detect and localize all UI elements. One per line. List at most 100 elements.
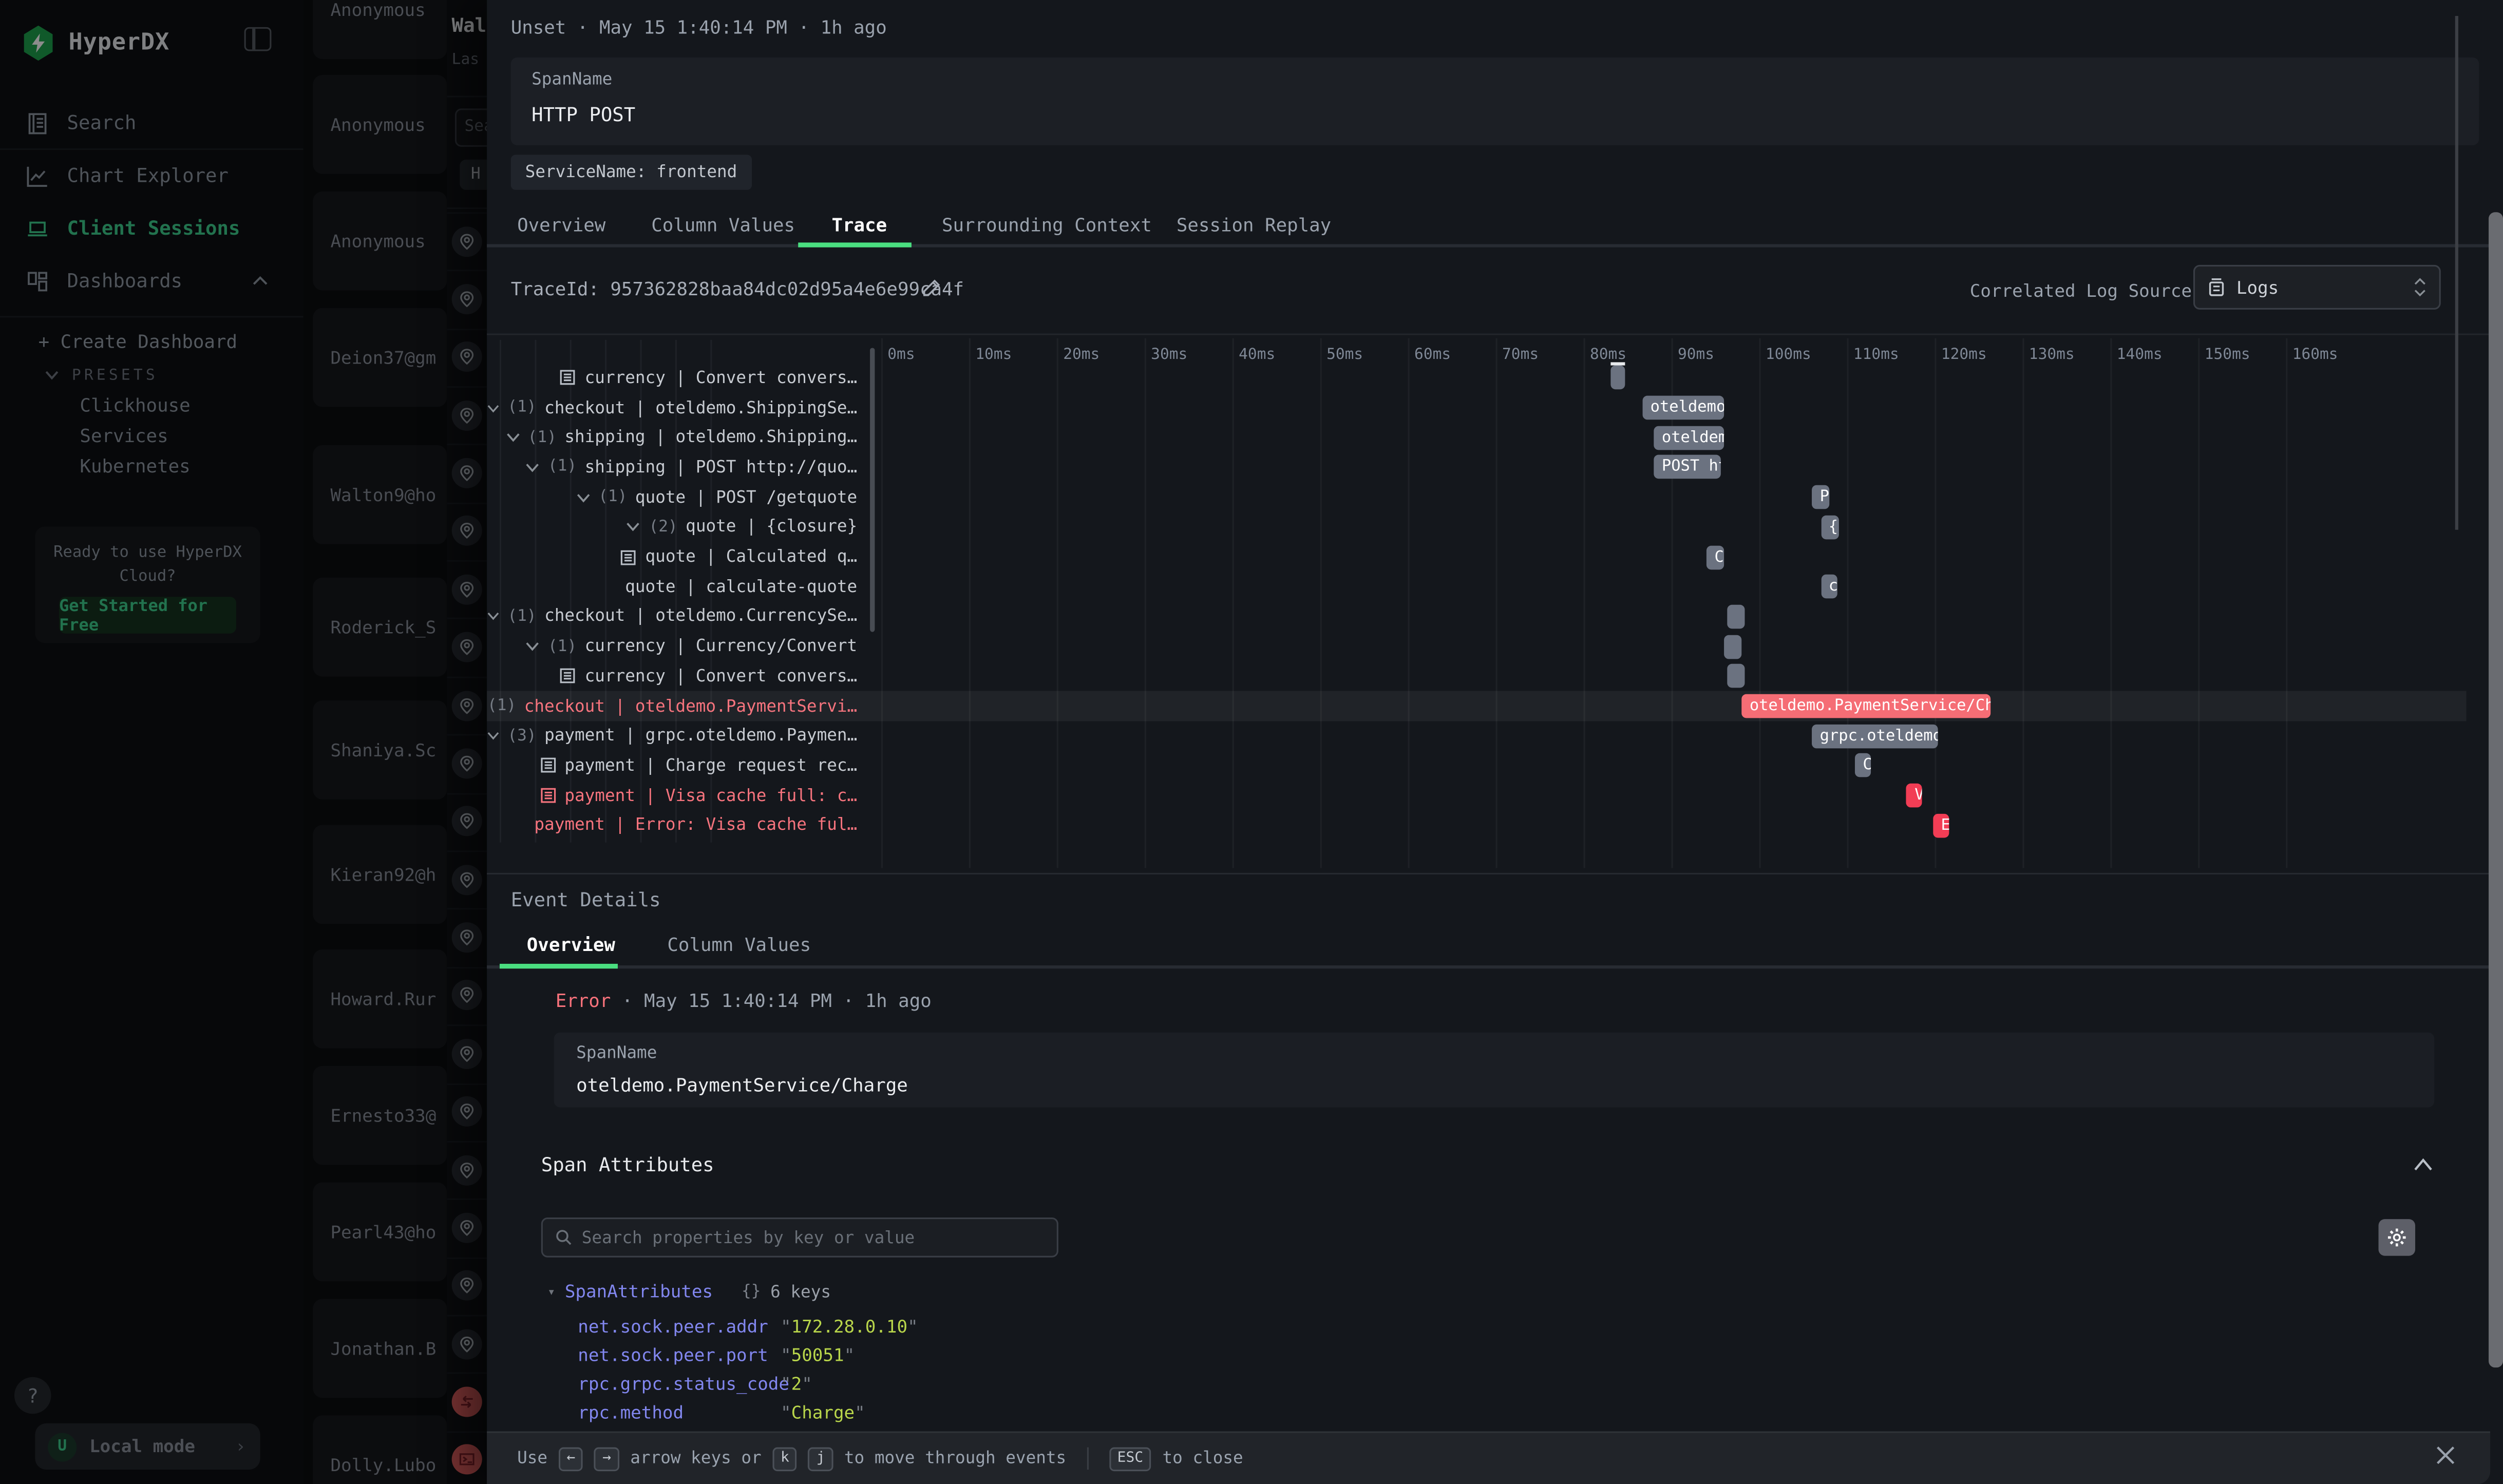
chevron-down-icon[interactable] — [525, 463, 540, 472]
ruler-tick-label: 150ms — [2205, 346, 2250, 364]
span-attributes-title: Span Attributes — [541, 1154, 714, 1176]
ruler-gridline — [1232, 338, 1234, 868]
span-duration-bar[interactable]: c — [1821, 575, 1837, 599]
tab-overview[interactable]: Overview — [517, 214, 605, 236]
span-duration-bar[interactable]: oteldemo.PaymentService/Char — [1741, 694, 1990, 718]
tab-surrounding-context[interactable]: Surrounding Context — [942, 214, 1152, 236]
span-row-label: shipping | oteldemo.Shipping… — [564, 428, 857, 447]
span-duration-bar[interactable]: C — [1855, 754, 1871, 778]
span-row-label: payment | Error: Visa cache ful… — [534, 816, 857, 835]
ruler-gridline — [1408, 338, 1410, 868]
edit-pencil-icon[interactable] — [921, 278, 942, 298]
kbd-j: j — [808, 1447, 833, 1471]
attributes-search-input[interactable] — [582, 1228, 1044, 1247]
ruler-tick-label: 50ms — [1326, 346, 1363, 364]
span-duration-bar[interactable]: { — [1821, 515, 1838, 539]
trace-tree-row[interactable]: (1)checkout | oteldemo.PaymentServi… — [487, 691, 865, 721]
span-duration-bar[interactable]: oteldem — [1654, 426, 1724, 450]
chevron-down-icon[interactable] — [627, 522, 641, 532]
window-scrollbar-thumb[interactable] — [2489, 212, 2503, 1367]
span-row-label: currency | Currency/Convert — [585, 637, 858, 656]
attribute-row[interactable]: net.sock.peer.addr172.28.0.10 — [578, 1317, 918, 1337]
current-event-tick — [1610, 362, 1625, 365]
trace-tree-row[interactable]: (1)checkout | oteldemo.CurrencySe… — [487, 602, 865, 632]
chart-scrollbar[interactable] — [2455, 16, 2458, 530]
span-duration-bar[interactable]: C — [1706, 545, 1724, 569]
attribute-row[interactable]: net.sock.peer.port50051 — [578, 1345, 855, 1366]
span-duration-bar[interactable] — [1728, 664, 1745, 689]
chevron-down-icon[interactable] — [505, 433, 520, 443]
attribute-key[interactable]: rpc.method — [578, 1403, 781, 1423]
trace-tree-row[interactable]: quote | calculate-quote — [487, 572, 865, 602]
span-duration-bar[interactable]: V — [1907, 784, 1923, 808]
chevron-down-icon[interactable] — [487, 731, 500, 741]
tree-scrollbar-thumb[interactable] — [870, 348, 875, 632]
trace-tree-row[interactable]: (3)payment | grpc.oteldemo.Paymen… — [487, 721, 865, 751]
trace-tree-row[interactable]: quote | Calculated q… — [487, 542, 865, 572]
close-icon[interactable] — [2434, 1444, 2457, 1467]
trace-tree-row[interactable]: (1)quote | POST /getquote — [487, 482, 865, 512]
span-duration-bar[interactable] — [1610, 366, 1625, 390]
attribute-value[interactable]: 50051 — [781, 1345, 855, 1366]
chevron-down-icon[interactable] — [576, 492, 591, 502]
trace-tree-row[interactable]: (1)checkout | oteldemo.ShippingSe… — [487, 393, 865, 423]
attribute-value[interactable]: Charge — [781, 1403, 865, 1423]
chevron-down-icon[interactable] — [525, 642, 540, 652]
chevron-down-icon[interactable] — [487, 612, 500, 622]
tree-expand-icon: ▾ — [547, 1285, 555, 1299]
span-duration-bar[interactable]: E — [1933, 813, 1949, 838]
trace-tree-row[interactable]: payment | Visa cache full: c… — [487, 781, 865, 811]
trace-tree-row[interactable]: currency | Convert convers… — [487, 661, 865, 691]
attribute-row[interactable]: rpc.grpc.status_code2 — [578, 1374, 812, 1395]
trace-tree-row[interactable]: payment | Error: Visa cache ful… — [487, 811, 865, 841]
attribute-key[interactable]: rpc.grpc.status_code — [578, 1374, 781, 1395]
attribute-row[interactable]: rpc.methodCharge — [578, 1403, 865, 1423]
attribute-value[interactable]: 172.28.0.10 — [781, 1317, 918, 1337]
span-name-card: SpanName HTTP POST — [511, 58, 2479, 145]
ruler-gridline — [1320, 338, 1322, 868]
attribute-key[interactable]: net.sock.peer.addr — [578, 1317, 781, 1337]
ruler-tick-label: 100ms — [1766, 346, 1811, 364]
span-duration-bar[interactable]: POST ht — [1654, 455, 1720, 480]
ruler-tick-label: 130ms — [2029, 346, 2075, 364]
log-event-icon — [620, 548, 637, 566]
modal-backdrop[interactable] — [0, 0, 487, 1484]
attributes-search-box — [541, 1217, 1058, 1258]
span-duration-bar[interactable] — [1728, 604, 1745, 629]
attribute-key[interactable]: net.sock.peer.port — [578, 1345, 781, 1366]
trace-tree-row[interactable]: (1)shipping | oteldemo.Shipping… — [487, 423, 865, 452]
kbd-arrow-left: ← — [559, 1447, 583, 1471]
event-details-title: Event Details — [511, 889, 661, 911]
tab-trace[interactable]: Trace — [831, 214, 887, 236]
event-details-tab-overview[interactable]: Overview — [527, 934, 615, 956]
attributes-root-node[interactable]: ▾ SpanAttributes {} 6 keys — [547, 1281, 831, 1302]
chevron-down-icon[interactable] — [487, 403, 500, 413]
span-duration-bar[interactable]: oteldemo. — [1642, 396, 1724, 420]
trace-tree-row[interactable]: payment | Charge request rec… — [487, 751, 865, 781]
child-count: (1) — [507, 608, 536, 625]
log-source-select[interactable]: Logs — [2193, 265, 2441, 310]
collapse-chevron-up-icon[interactable] — [2412, 1157, 2435, 1173]
span-duration-bar[interactable] — [1724, 635, 1741, 659]
child-count: (1) — [598, 488, 627, 506]
span-row-label: quote | Calculated q… — [646, 547, 858, 566]
tab-session-replay[interactable]: Session Replay — [1177, 214, 1331, 236]
kbd-esc: ESC — [1109, 1447, 1151, 1471]
span-duration-bar[interactable]: P — [1812, 485, 1829, 509]
event-details-tab-column-values[interactable]: Column Values — [667, 934, 811, 956]
trace-tree-row[interactable]: (1)currency | Currency/Convert — [487, 632, 865, 661]
trace-tree-row[interactable]: (1)shipping | POST http://quo… — [487, 452, 865, 482]
divider — [487, 244, 2503, 247]
trace-tree-row[interactable]: (2)quote | {closure} — [487, 512, 865, 542]
ruler-tick-label: 40ms — [1239, 346, 1275, 364]
ruler-gridline — [1759, 338, 1760, 868]
span-duration-bar[interactable]: grpc.oteldemo. — [1812, 724, 1937, 748]
ruler-gridline — [1496, 338, 1497, 868]
drawer-footer: Use ← → arrow keys or k j to move throug… — [487, 1431, 2490, 1484]
attribute-value[interactable]: 2 — [781, 1374, 812, 1395]
attributes-settings-button[interactable] — [2379, 1219, 2415, 1255]
service-name-chip[interactable]: ServiceName: frontend — [511, 155, 752, 189]
trace-tree-row[interactable]: currency | Convert convers… — [487, 363, 865, 393]
child-count: (2) — [649, 518, 677, 536]
tab-column-values[interactable]: Column Values — [651, 214, 795, 236]
